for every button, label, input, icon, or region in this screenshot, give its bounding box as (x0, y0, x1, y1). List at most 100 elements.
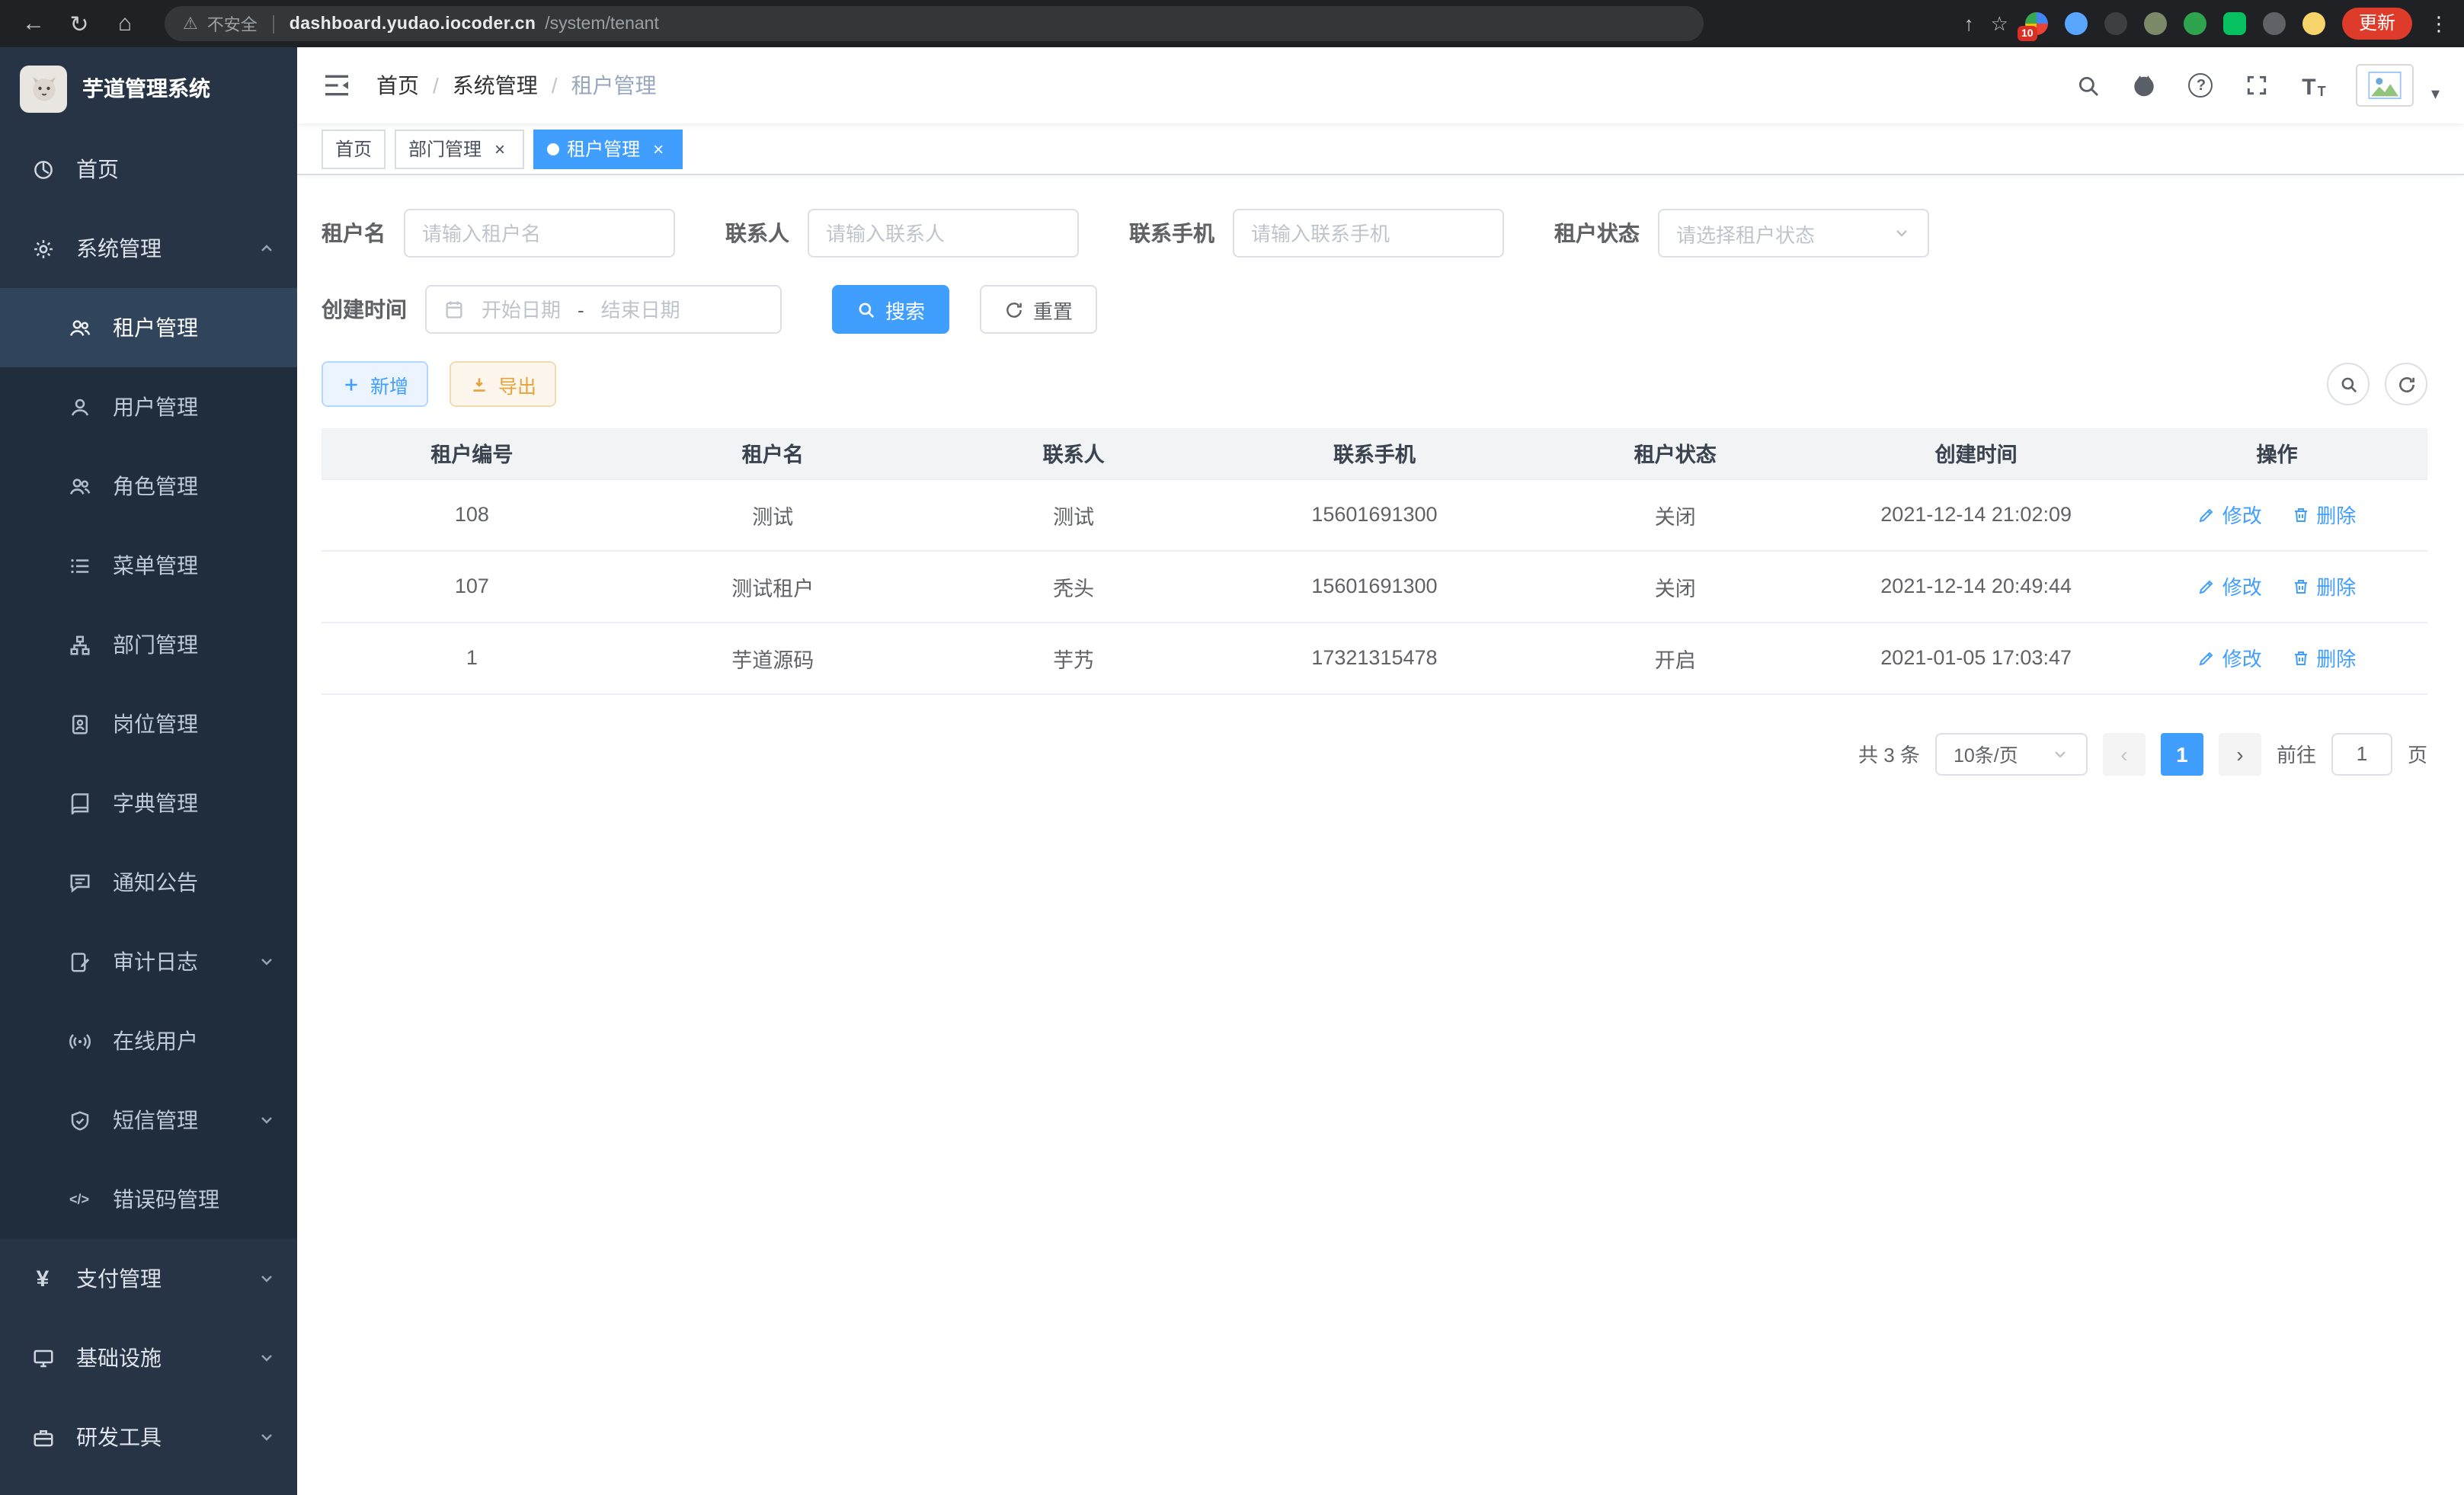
id-badge-icon (67, 712, 91, 736)
delete-link[interactable]: 删除 (2292, 643, 2356, 672)
share-icon[interactable]: ↑ (1964, 12, 1974, 35)
sidebar-item-audit-log[interactable]: 审计日志 (0, 922, 297, 1001)
delete-link[interactable]: 删除 (2292, 571, 2356, 600)
col-tenant-name: 租户名 (622, 428, 923, 479)
close-icon[interactable]: × (648, 138, 669, 159)
cell-tenant-name: 测试租户 (622, 550, 923, 622)
filter-status: 租户状态 请选择租户状态 (1554, 209, 1929, 258)
sidebar-item-online-user[interactable]: 在线用户 (0, 1001, 297, 1080)
extension-icon[interactable]: 10 (2025, 12, 2048, 35)
sidebar-item-role[interactable]: 角色管理 (0, 447, 297, 526)
fullscreen-icon[interactable] (2244, 72, 2271, 99)
page-number-button[interactable]: 1 (2161, 732, 2203, 775)
app-logo (20, 65, 67, 112)
cell-created: 2021-12-14 20:49:44 (1826, 550, 2126, 622)
page-size-select[interactable]: 10条/页 (1935, 732, 2088, 775)
avatar-caret-icon[interactable]: ▾ (2431, 83, 2440, 103)
filter-contact: 联系人 (725, 209, 1079, 258)
profile-avatar[interactable] (2302, 12, 2325, 35)
prev-page-button[interactable]: ‹ (2103, 732, 2146, 775)
tab-home[interactable]: 首页 (322, 129, 386, 168)
extension-icon[interactable] (2104, 12, 2127, 35)
url-bar[interactable]: ⚠ 不安全 dashboard.yudao.iocoder.cn /system… (165, 6, 1704, 41)
sidebar-item-system[interactable]: 系统管理 (0, 209, 297, 288)
page-unit-label: 页 (2408, 739, 2427, 768)
close-icon[interactable]: × (489, 138, 510, 159)
toggle-search-icon[interactable] (2327, 363, 2370, 405)
sidebar-toggle-icon[interactable] (322, 70, 352, 101)
sidebar-item-sms[interactable]: 短信管理 (0, 1080, 297, 1160)
security-label[interactable]: 不安全 (207, 11, 258, 36)
tenant-name-input[interactable] (422, 222, 657, 245)
start-date-input[interactable] (474, 298, 568, 321)
breadcrumb-system[interactable]: 系统管理 (453, 70, 538, 101)
pagination-total: 共 3 条 (1858, 739, 1920, 768)
screen: ← ↻ ⌂ ⚠ 不安全 dashboard.yudao.iocoder.cn /… (0, 0, 2464, 1495)
filter-row-2: 创建时间 - 搜索 重置 (322, 285, 2427, 334)
extension-icon[interactable] (2144, 12, 2167, 35)
chevron-down-icon (258, 1111, 276, 1129)
reset-button[interactable]: 重置 (980, 285, 1097, 334)
sidebar-item-post[interactable]: 岗位管理 (0, 684, 297, 764)
chevron-down-icon (2051, 744, 2069, 763)
sidebar-item-payment[interactable]: ¥ 支付管理 (0, 1239, 297, 1318)
add-button[interactable]: 新增 (322, 361, 428, 407)
sidebar-item-dev-tools[interactable]: 研发工具 (0, 1397, 297, 1477)
filter-row-1: 租户名 联系人 联系手机 (322, 209, 2427, 258)
end-date-input[interactable] (594, 298, 688, 321)
user-avatar[interactable] (2357, 64, 2414, 107)
sidebar-item-error-code[interactable]: </> 错误码管理 (0, 1160, 297, 1239)
goto-page-input[interactable] (2339, 742, 2385, 765)
browser-home-icon[interactable]: ⌂ (107, 5, 143, 42)
system-submenu: 租户管理 用户管理 角色管理 菜单管理 (0, 288, 297, 1239)
edit-link[interactable]: 修改 (2198, 571, 2262, 600)
url-domain: dashboard.yudao.iocoder.cn (290, 14, 536, 33)
breadcrumb-home[interactable]: 首页 (376, 70, 419, 101)
search-button[interactable]: 搜索 (832, 285, 949, 334)
sidebar-item-infra[interactable]: 基础设施 (0, 1318, 297, 1397)
delete-link[interactable]: 删除 (2292, 500, 2356, 529)
edit-link[interactable]: 修改 (2198, 500, 2262, 529)
tab-tenant[interactable]: 租户管理 × (533, 129, 683, 168)
audit-doc-icon (67, 949, 91, 974)
page-content: 租户名 联系人 联系手机 (297, 175, 2464, 775)
github-icon[interactable] (2131, 72, 2158, 99)
filter-tenant-name: 租户名 (322, 209, 675, 258)
breadcrumb-current: 租户管理 (571, 70, 657, 101)
sidebar-item-user[interactable]: 用户管理 (0, 367, 297, 447)
extensions-puzzle-icon[interactable] (2263, 12, 2286, 35)
tab-dept[interactable]: 部门管理 × (395, 129, 524, 168)
sidebar-item-dict[interactable]: 字典管理 (0, 764, 297, 843)
bookmark-star-icon[interactable]: ☆ (1991, 11, 2008, 36)
extension-icon[interactable] (2223, 12, 2246, 35)
active-tab-dot (547, 142, 559, 155)
sidebar-item-notice[interactable]: 通知公告 (0, 843, 297, 922)
sidebar-item-home[interactable]: 首页 (0, 130, 297, 209)
extension-icon[interactable] (2184, 12, 2206, 35)
date-range-picker[interactable]: - (425, 285, 782, 334)
sidebar-item-menu[interactable]: 菜单管理 (0, 526, 297, 605)
refresh-icon[interactable] (2385, 363, 2427, 405)
browser-back-icon[interactable]: ← (15, 5, 52, 42)
browser-menu-icon[interactable]: ⋮ (2429, 11, 2449, 36)
app-logo-row: 芋道管理系统 (0, 47, 297, 130)
sidebar-item-tenant[interactable]: 租户管理 (0, 288, 297, 367)
sidebar-item-dept[interactable]: 部门管理 (0, 605, 297, 684)
table-row: 107 测试租户 秃头 15601691300 关闭 2021-12-14 20… (322, 550, 2427, 622)
next-page-button[interactable]: › (2219, 732, 2261, 775)
cell-phone: 15601691300 (1224, 550, 1525, 622)
navbar-actions: ? TT ▾ (2075, 64, 2440, 107)
status-select[interactable]: 请选择租户状态 (1658, 209, 1929, 258)
search-icon[interactable] (2075, 72, 2102, 99)
export-button[interactable]: 导出 (450, 361, 556, 407)
cell-actions: 修改 删除 (2126, 479, 2427, 550)
edit-link[interactable]: 修改 (2198, 643, 2262, 672)
phone-input[interactable] (1251, 222, 1486, 245)
browser-reload-icon[interactable]: ↻ (61, 5, 98, 42)
contact-input[interactable] (826, 222, 1061, 245)
help-icon[interactable]: ? (2187, 72, 2215, 99)
extension-icon[interactable] (2065, 12, 2088, 35)
update-button[interactable]: 更新 (2342, 8, 2412, 40)
chevron-down-icon (258, 1428, 276, 1446)
font-size-icon[interactable]: TT (2300, 72, 2328, 99)
